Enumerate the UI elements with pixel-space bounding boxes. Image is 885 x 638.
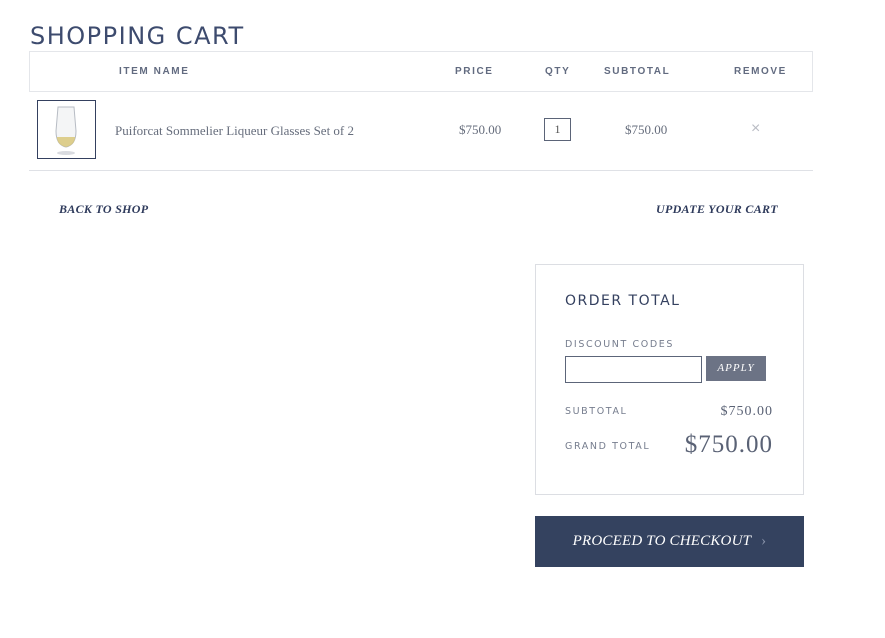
subtotal-label: SUBTOTAL — [565, 406, 628, 417]
subtotal-value: $750.00 — [720, 404, 773, 419]
header-remove: REMOVE — [734, 66, 787, 77]
grand-total-value: $750.00 — [684, 431, 773, 458]
back-to-shop-link[interactable]: BACK TO SHOP — [59, 202, 148, 217]
header-item-name: ITEM NAME — [119, 66, 190, 77]
checkout-label: PROCEED TO CHECKOUT — [572, 533, 752, 549]
discount-codes-label: DISCOUNT CODES — [565, 339, 674, 350]
discount-code-input[interactable] — [565, 356, 702, 383]
header-subtotal: SUBTOTAL — [604, 66, 671, 77]
remove-item-button[interactable]: × — [751, 120, 760, 138]
header-price: PRICE — [455, 66, 494, 77]
chevron-right-icon: › — [761, 533, 767, 549]
cart-table-header: ITEM NAME PRICE QTY SUBTOTAL REMOVE — [29, 51, 813, 92]
grand-total-label: GRAND TOTAL — [565, 441, 651, 452]
order-total-panel: ORDER TOTAL DISCOUNT CODES APPLY SUBTOTA… — [535, 264, 804, 495]
apply-button[interactable]: APPLY — [706, 356, 766, 381]
quantity-input[interactable]: 1 — [544, 118, 571, 141]
product-thumbnail[interactable] — [37, 100, 96, 159]
table-row: Puiforcat Sommelier Liqueur Glasses Set … — [29, 92, 813, 171]
order-total-title: ORDER TOTAL — [565, 293, 681, 309]
cart-table: ITEM NAME PRICE QTY SUBTOTAL REMOVE Puif… — [29, 51, 813, 171]
product-name[interactable]: Puiforcat Sommelier Liqueur Glasses Set … — [115, 123, 354, 139]
wine-glass-icon — [55, 106, 77, 155]
header-qty: QTY — [545, 66, 571, 77]
row-subtotal: $750.00 — [625, 122, 668, 137]
proceed-to-checkout-button[interactable]: PROCEED TO CHECKOUT › — [535, 516, 804, 567]
update-cart-link[interactable]: UPDATE YOUR CART — [656, 202, 778, 217]
page-title: SHOPPING CART — [30, 22, 245, 50]
product-price: $750.00 — [459, 122, 502, 137]
